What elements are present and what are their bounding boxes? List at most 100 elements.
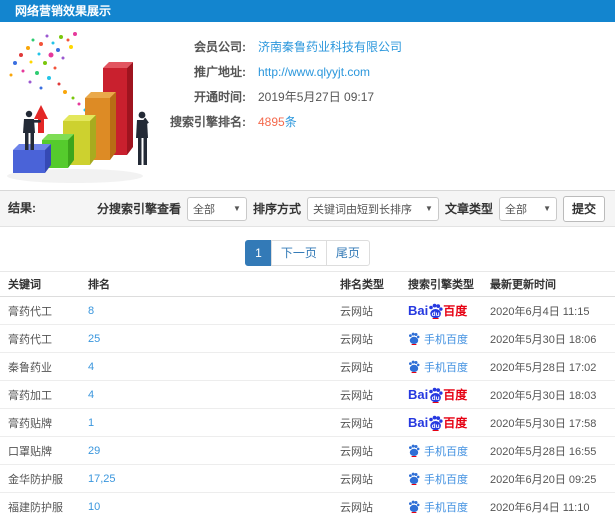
table-body: 膏药代工 8 云网站 Bai du 百度 2020年6月4日 11:15 膏药代… (0, 297, 615, 520)
updated-cell: 2020年5月28日 16:55 (490, 445, 597, 458)
updated-cell: 2020年5月28日 17:02 (490, 361, 597, 374)
svg-text:du: du (432, 311, 440, 318)
titlebar: 网络营销效果展示 (0, 0, 615, 22)
chevron-down-icon: ▼ (233, 204, 241, 213)
last-page-button[interactable]: 尾页 (325, 240, 370, 266)
company-link[interactable]: 济南秦鲁药业科技有限公司 (258, 38, 402, 55)
opened-row: 开通时间: 2019年5月27日 09:17 (158, 88, 608, 105)
company-label: 会员公司: (194, 40, 246, 54)
businessman-right (136, 111, 149, 165)
engine-cell: Bai du 百度 (408, 359, 490, 375)
opened-label: 开通时间: (194, 90, 246, 104)
rank-link[interactable]: 8 (88, 305, 340, 317)
rank-link[interactable]: 17,25 (88, 473, 340, 485)
engine-select-value: 全部 (192, 203, 215, 216)
rank-count-unit: 条 (284, 115, 297, 129)
keyword-cell: 金华防护服 (8, 473, 63, 486)
header-rank-type: 排名类型 (340, 279, 384, 291)
table-row: 秦鲁药业 4 云网站 Bai du 百度 (0, 353, 615, 381)
baidu-logo: Bai du 百度 (408, 302, 467, 319)
header-updated: 最新更新时间 (490, 279, 556, 291)
rank-link[interactable]: 4 (88, 389, 340, 401)
engine-cell: Bai du 百度 (408, 386, 490, 403)
submit-button[interactable]: 提交 (562, 195, 605, 222)
keyword-cell: 膏药代工 (8, 333, 52, 346)
page: 网络营销效果展示 会员公司: 济南秦鲁药业科技有限公司 推广地址: http:/… (0, 0, 615, 520)
header-keyword: 关键词 (8, 279, 41, 291)
rank-type-cell: 云网站 (340, 361, 373, 374)
up-arrow-icon (34, 105, 48, 133)
sort-select-value: 关键词由短到长排序 (312, 203, 412, 216)
mobile-baidu-paw-icon (409, 472, 420, 485)
next-page-button[interactable]: 下一页 (270, 240, 327, 266)
mobile-baidu-label: 手机百度 (424, 361, 468, 374)
mobile-baidu-logo: 手机百度 (408, 443, 468, 459)
rank-count-row: 搜索引擎排名: 4895条 (158, 113, 608, 130)
rank-type-cell: 云网站 (340, 445, 373, 458)
rank-count-value: 4895条 (258, 113, 297, 130)
marketing-growth-illustration (7, 32, 149, 183)
table-row: 口罩贴牌 29 云网站 Bai du 百度 (0, 437, 615, 465)
table-row: 金华防护服 17,25 云网站 Bai du 百度 (0, 465, 615, 493)
svg-text:du: du (432, 423, 440, 430)
mobile-baidu-label: 手机百度 (424, 445, 468, 458)
baidu-logo-bai-text: Bai (408, 387, 429, 402)
mobile-baidu-label: 手机百度 (424, 501, 468, 514)
rank-count-label: 搜索引擎排名: (170, 115, 246, 129)
svg-text:du: du (432, 395, 440, 402)
page-title: 网络营销效果展示 (15, 4, 112, 18)
table-row: 膏药加工 4 云网站 Bai du 百度 2020年5月30日 18:03 (0, 381, 615, 409)
rank-type-cell: 云网站 (340, 501, 373, 514)
page-1-button[interactable]: 1 (245, 240, 272, 266)
table-row: 膏药贴牌 1 云网站 Bai du 百度 2020年5月30日 17:58 (0, 409, 615, 437)
keyword-cell: 秦鲁药业 (8, 361, 52, 374)
results-table: 关键词 排名 排名类型 搜索引擎类型 最新更新时间 膏药代工 8 云网站 Bai… (0, 271, 615, 520)
updated-cell: 2020年6月20日 09:25 (490, 473, 597, 486)
mobile-baidu-logo: 手机百度 (408, 359, 468, 375)
url-label: 推广地址: (194, 65, 246, 79)
keyword-cell: 口罩贴牌 (8, 445, 52, 458)
opened-value: 2019年5月27日 09:17 (258, 90, 375, 104)
member-info: 会员公司: 济南秦鲁药业科技有限公司 推广地址: http://www.qlyy… (158, 30, 608, 130)
promotion-url-link[interactable]: http://www.qlyyjt.com (258, 65, 370, 79)
updated-cell: 2020年5月30日 18:03 (490, 389, 597, 402)
engine-cell: Bai du 百度 (408, 302, 490, 319)
header-rank: 排名 (88, 279, 110, 291)
keyword-cell: 膏药代工 (8, 305, 52, 318)
rank-link[interactable]: 29 (88, 445, 340, 457)
baidu-logo-cn-text: 百度 (443, 416, 468, 430)
mobile-baidu-paw-icon (409, 360, 420, 373)
rank-count-number: 4895 (258, 115, 285, 129)
engine-cell: Bai du 百度 (408, 443, 490, 459)
baidu-logo: Bai du 百度 (408, 386, 467, 403)
mobile-baidu-label: 手机百度 (424, 473, 468, 486)
mobile-baidu-logo: 手机百度 (408, 499, 468, 515)
engine-cell: Bai du 百度 (408, 414, 490, 431)
url-row: 推广地址: http://www.qlyyjt.com (158, 63, 608, 80)
updated-cell: 2020年6月4日 11:10 (490, 501, 590, 514)
baidu-logo: Bai du 百度 (408, 414, 467, 431)
engine-filter-label: 分搜索引擎查看 (96, 202, 181, 216)
mobile-baidu-logo: 手机百度 (408, 331, 468, 347)
table-row: 膏药代工 25 云网站 Bai du 百度 (0, 325, 615, 353)
engine-select[interactable]: 全部 ▼ (186, 196, 247, 221)
article-type-select[interactable]: 全部 ▼ (498, 196, 557, 221)
result-label: 结果: (8, 201, 36, 215)
baidu-paw-icon: du (429, 415, 443, 431)
rank-type-cell: 云网站 (340, 305, 373, 318)
table-row: 福建防护服 10 云网站 Bai du 百度 (0, 493, 615, 520)
mobile-baidu-paw-icon (409, 444, 420, 457)
company-row: 会员公司: 济南秦鲁药业科技有限公司 (158, 38, 608, 55)
rank-link[interactable]: 25 (88, 333, 340, 345)
updated-cell: 2020年6月4日 11:15 (490, 305, 590, 318)
rank-link[interactable]: 10 (88, 501, 340, 513)
baidu-logo-bai-text: Bai (408, 415, 429, 430)
rank-type-cell: 云网站 (340, 333, 373, 346)
rank-link[interactable]: 4 (88, 361, 340, 373)
updated-cell: 2020年5月30日 18:06 (490, 333, 597, 346)
rank-link[interactable]: 1 (88, 417, 340, 429)
rank-type-cell: 云网站 (340, 473, 373, 486)
article-type-select-value: 全部 (504, 203, 527, 216)
mobile-baidu-paw-icon (409, 332, 420, 345)
sort-select[interactable]: 关键词由短到长排序 ▼ (306, 196, 439, 221)
